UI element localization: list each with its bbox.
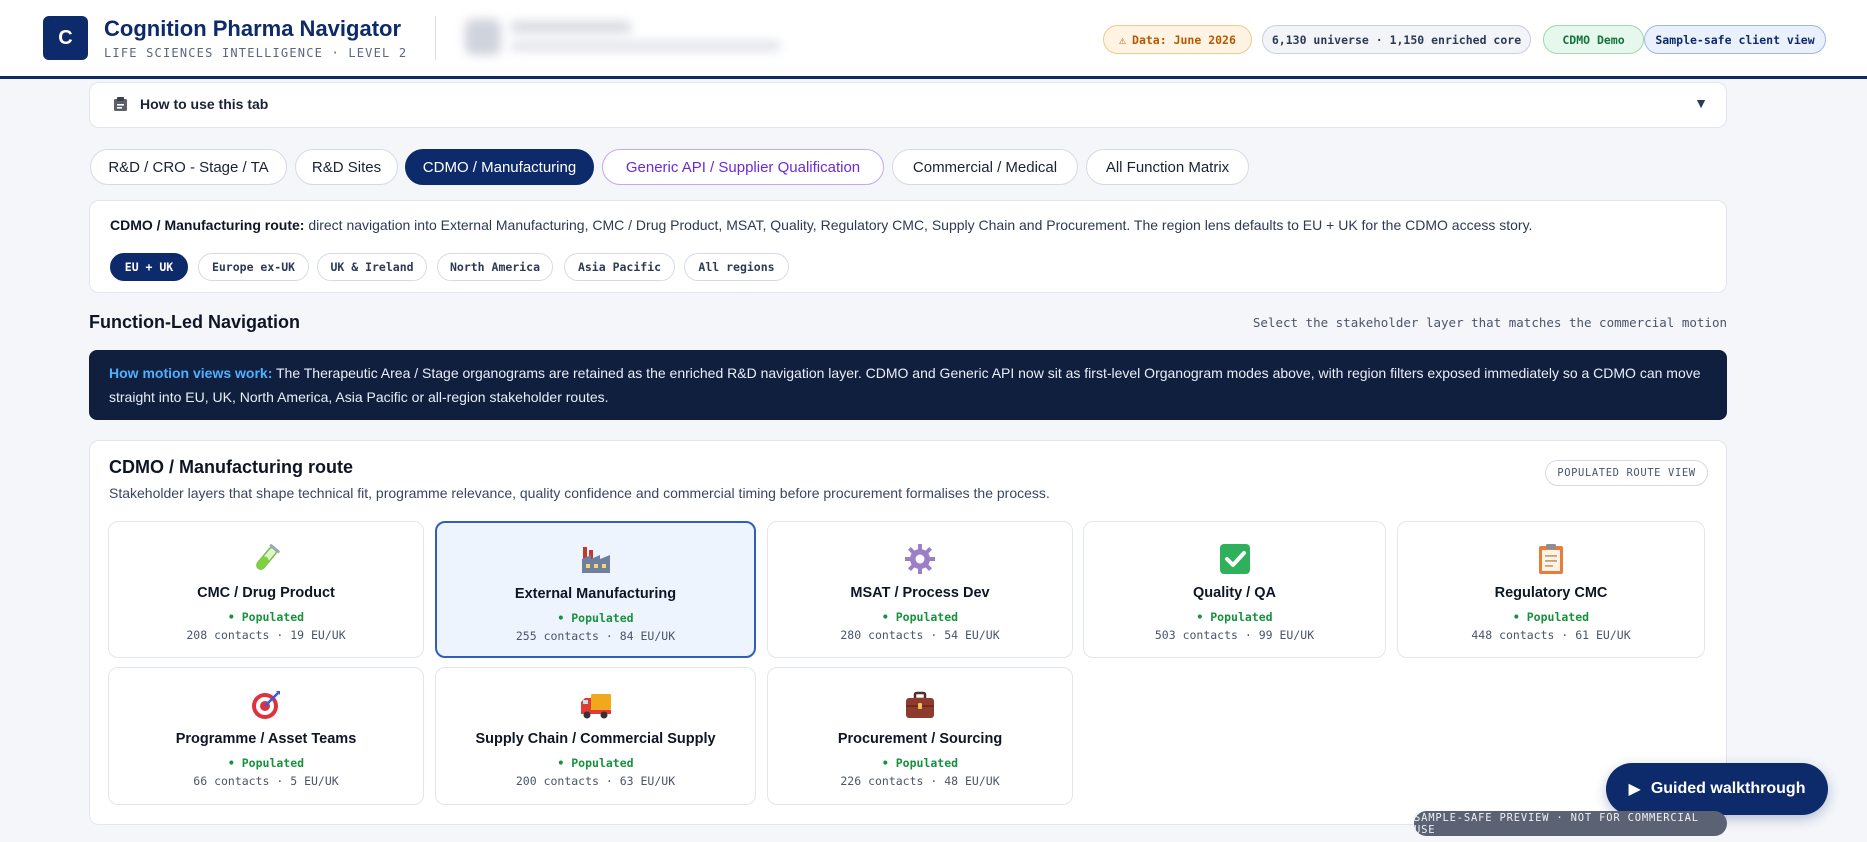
function-name: MSAT / Process Dev (850, 585, 990, 601)
status-badge: • Populated (1512, 610, 1590, 624)
section-hint: Select the stakeholder layer that matche… (1252, 315, 1727, 330)
tab-commercial-medical[interactable]: Commercial / Medical (892, 149, 1078, 185)
check-icon (1084, 542, 1385, 574)
status-badge: • Populated (1196, 610, 1273, 624)
contact-count: 280 contacts · 54 EU/UK (840, 628, 1000, 642)
region-filter-uk-ireland[interactable]: UK & Ireland (317, 253, 427, 281)
app-title: Cognition Pharma Navigator (104, 16, 402, 41)
blurred-text-line (511, 21, 631, 33)
section-title: Function-Led Navigation (89, 312, 300, 332)
route-text: direct navigation into External Manufact… (304, 217, 1533, 233)
contact-count: 255 contacts · 84 EU/UK (515, 629, 676, 643)
function-card-msat-process-dev[interactable]: MSAT / Process Dev • Populated 280 conta… (767, 521, 1073, 658)
status-badge: • Populated (881, 610, 959, 624)
walkthrough-label: Guided walkthrough (1650, 780, 1806, 797)
region-filter-all-regions[interactable]: All regions (684, 253, 789, 281)
route-view-subtitle: Stakeholder layers that shape technical … (109, 485, 1050, 501)
data-date-pill: ⚠ Data: June 2026 (1103, 25, 1252, 54)
tab-rd-cro-stage-ta[interactable]: R&D / CRO - Stage / TA (90, 149, 287, 185)
function-name: External Manufacturing (514, 586, 677, 602)
app-logo[interactable]: C (43, 16, 88, 60)
blurred-user-info (465, 15, 795, 59)
tab-cdmo-manufacturing[interactable]: CDMO / Manufacturing (405, 149, 594, 185)
how-to-use-panel[interactable]: How to use this tab ▼ (89, 82, 1727, 128)
info-banner: How motion views work: The Therapeutic A… (89, 350, 1727, 420)
app-subtitle: LIFE SCIENCES INTELLIGENCE · LEVEL 2 (104, 46, 408, 60)
route-view-card: CDMO / Manufacturing route Stakeholder l… (89, 440, 1727, 825)
function-card-programme-asset-teams[interactable]: Programme / Asset Teams • Populated 66 c… (108, 667, 424, 805)
truck-icon (436, 688, 755, 720)
client-view-pill[interactable]: Sample-safe client view (1644, 25, 1826, 54)
header-divider (435, 16, 436, 60)
populated-route-badge: POPULATED ROUTE VIEW (1545, 460, 1708, 486)
contact-count: 208 contacts · 19 EU/UK (186, 628, 346, 642)
tab-generic-api-supplier[interactable]: Generic API / Supplier Qualification (602, 149, 884, 185)
region-filter-north-america[interactable]: North America (437, 253, 553, 281)
play-icon: ▶ (1628, 781, 1641, 798)
status-badge: • Populated (881, 756, 959, 770)
app-header: C Cognition Pharma Navigator LIFE SCIENC… (0, 0, 1867, 79)
universe-pill: 6,130 universe · 1,150 enriched core (1262, 25, 1531, 54)
function-card-regulatory-cmc[interactable]: Regulatory CMC • Populated 448 contacts … (1397, 521, 1705, 658)
function-name: Supply Chain / Commercial Supply (475, 731, 716, 747)
status-badge: • Populated (227, 610, 305, 624)
function-name: CMC / Drug Product (197, 585, 335, 601)
blurred-text-line (511, 41, 781, 51)
contact-count: 503 contacts · 99 EU/UK (1154, 628, 1315, 642)
route-view-title: CDMO / Manufacturing route (109, 457, 353, 477)
route-description: CDMO / Manufacturing route: direct navig… (110, 217, 1532, 233)
info-lead: How motion views work: (109, 365, 273, 381)
test-tube-icon (109, 542, 423, 574)
tab-all-function-matrix[interactable]: All Function Matrix (1086, 149, 1249, 185)
status-badge: • Populated (557, 756, 634, 770)
sample-safe-watermark: SAMPLE-SAFE PREVIEW · NOT FOR COMMERCIAL… (1414, 811, 1727, 836)
region-filter-asia-pacific[interactable]: Asia Pacific (564, 253, 675, 281)
region-filter-eu-uk[interactable]: EU + UK (110, 253, 188, 281)
info-text: The Therapeutic Area / Stage organograms… (109, 365, 1701, 405)
gear-icon (768, 542, 1072, 574)
guided-walkthrough-button[interactable]: ▶ Guided walkthrough (1606, 763, 1828, 815)
clipboard-icon (112, 96, 129, 118)
how-to-use-label: How to use this tab (140, 96, 269, 112)
contact-count: 448 contacts · 61 EU/UK (1471, 628, 1631, 642)
tab-rd-sites[interactable]: R&D Sites (295, 149, 398, 185)
clipboard-icon (1398, 542, 1704, 574)
status-badge: • Populated (227, 756, 305, 770)
function-name: Programme / Asset Teams (175, 731, 357, 747)
contact-count: 200 contacts · 63 EU/UK (515, 774, 676, 788)
function-card-quality-qa[interactable]: Quality / QA • Populated 503 contacts · … (1083, 521, 1386, 658)
contact-count: 226 contacts · 48 EU/UK (840, 774, 1000, 788)
data-date-label: Data: June 2026 (1132, 32, 1236, 47)
avatar (465, 19, 501, 55)
function-card-supply-chain[interactable]: Supply Chain / Commercial Supply • Popul… (435, 667, 756, 805)
target-icon (109, 688, 423, 720)
status-badge: • Populated (557, 611, 634, 625)
function-card-external-manufacturing[interactable]: External Manufacturing • Populated 255 c… (435, 521, 756, 658)
function-card-procurement-sourcing[interactable]: Procurement / Sourcing • Populated 226 c… (767, 667, 1073, 805)
contact-count: 66 contacts · 5 EU/UK (193, 774, 339, 788)
function-name: Quality / QA (1193, 585, 1276, 601)
region-filter-europe-ex-uk[interactable]: Europe ex-UK (198, 253, 309, 281)
route-lead: CDMO / Manufacturing route: (110, 217, 305, 233)
factory-icon (437, 543, 754, 575)
function-name: Regulatory CMC (1494, 585, 1608, 601)
function-card-cmc-drug-product[interactable]: CMC / Drug Product • Populated 208 conta… (108, 521, 424, 658)
briefcase-icon (768, 688, 1072, 720)
warning-icon: ⚠ (1119, 32, 1127, 47)
function-name: Procurement / Sourcing (837, 731, 1003, 747)
cdmo-demo-pill[interactable]: CDMO Demo (1543, 25, 1644, 54)
chevron-down-icon[interactable]: ▼ (1694, 95, 1708, 111)
route-description-card: CDMO / Manufacturing route: direct navig… (89, 200, 1727, 293)
